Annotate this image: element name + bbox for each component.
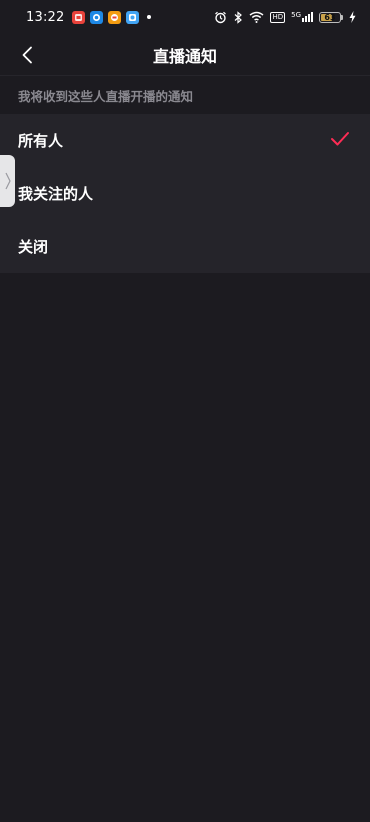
more-notifications-dot — [147, 15, 152, 19]
app-red-icon — [72, 10, 86, 24]
signal-icon: 5G — [291, 12, 313, 22]
option-off[interactable]: 关闭 — [0, 220, 370, 273]
app-blue-icon — [90, 10, 104, 24]
network-type: 5G — [291, 11, 301, 19]
wifi-icon — [249, 11, 264, 23]
app-orange-icon — [108, 10, 122, 24]
app-lightblue-icon — [126, 10, 140, 24]
system-icons: HD 5G 63 — [214, 10, 356, 24]
charging-icon — [349, 11, 356, 23]
screen: 13:22 HD 5G 63 直播通知 我将收到这些人直播开播的通知 所有人 我… — [0, 0, 370, 822]
status-bar: 13:22 HD 5G 63 — [0, 0, 370, 34]
bluetooth-icon — [235, 10, 243, 24]
battery-icon: 63 — [319, 11, 343, 23]
side-panel-handle[interactable] — [0, 155, 15, 207]
page-title: 直播通知 — [152, 46, 217, 66]
status-time: 13:22 — [26, 9, 65, 25]
option-following[interactable]: 我关注的人 — [0, 167, 370, 220]
option-label: 关闭 — [18, 238, 49, 256]
section-label: 我将收到这些人直播开播的通知 — [18, 89, 194, 104]
notification-options: 所有人 我关注的人 关闭 — [0, 114, 370, 273]
back-button[interactable] — [12, 40, 42, 70]
check-icon — [331, 132, 349, 146]
option-label: 我关注的人 — [18, 185, 94, 203]
alarm-icon — [215, 11, 227, 23]
chevron-left-icon — [22, 46, 32, 64]
chevron-right-icon — [4, 172, 11, 190]
battery-level: 63 — [324, 12, 336, 22]
hd-icon: HD — [270, 11, 286, 23]
notification-icons — [72, 10, 140, 24]
nav-bar: 直播通知 — [0, 34, 370, 76]
option-label: 所有人 — [18, 132, 64, 150]
option-everyone[interactable]: 所有人 — [0, 114, 370, 167]
